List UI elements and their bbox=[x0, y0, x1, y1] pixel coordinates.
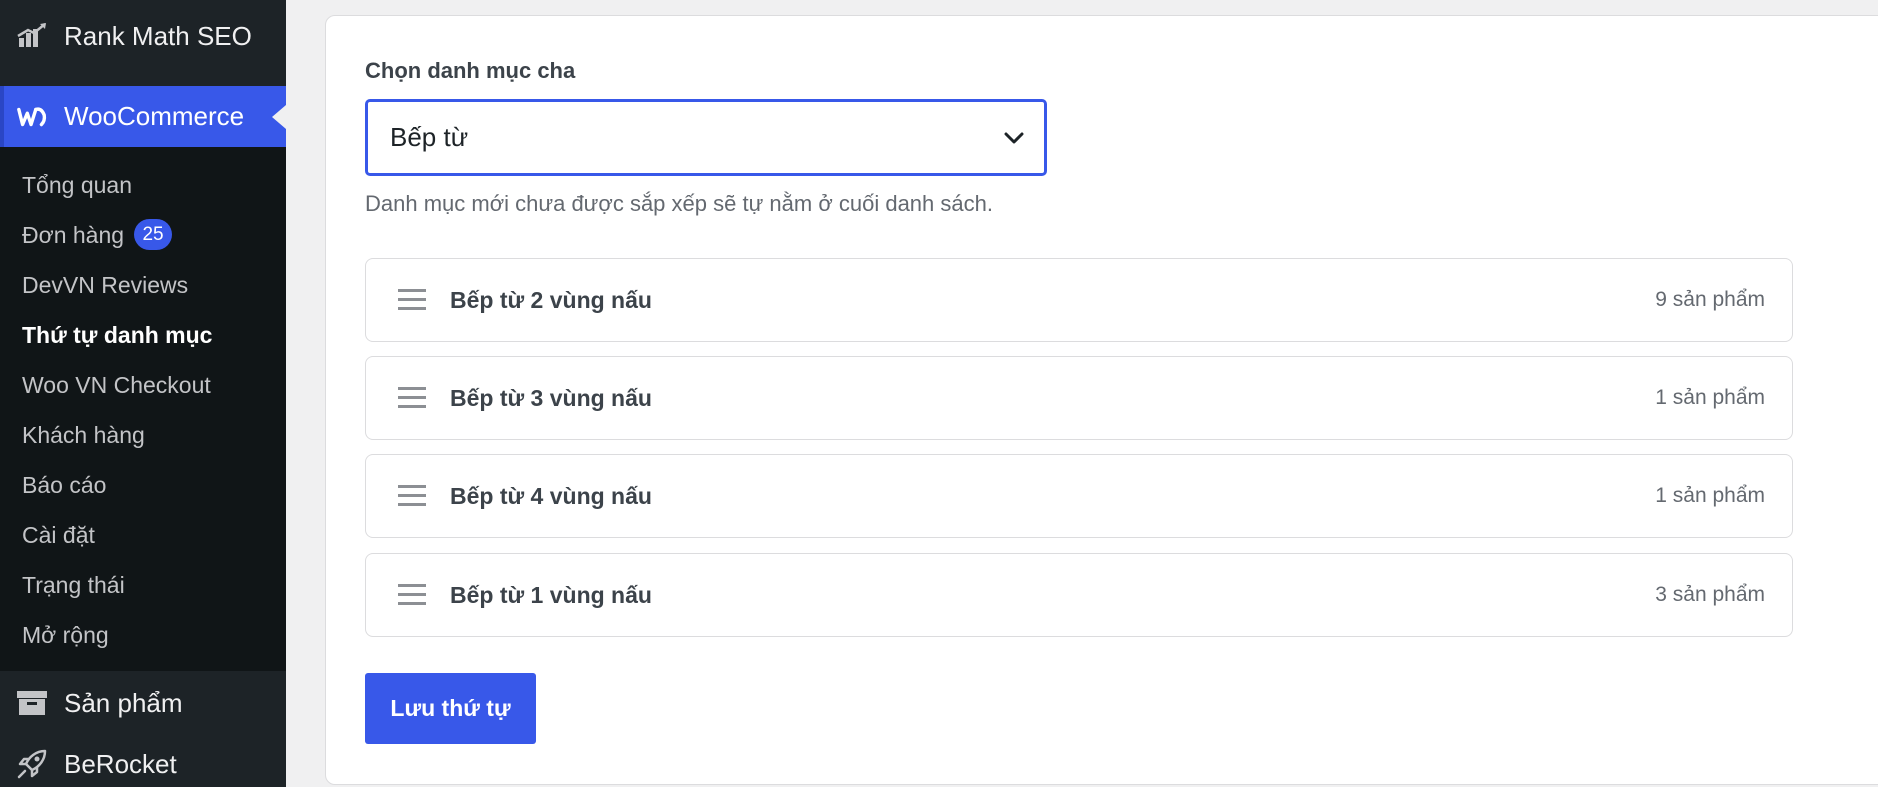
submenu-item-don-hang[interactable]: Đơn hàng 25 bbox=[22, 218, 173, 252]
product-count: 3 sản phẩm bbox=[1655, 583, 1765, 606]
menu-berocket[interactable]: BeRocket bbox=[0, 740, 286, 787]
selected-value: Bếp từ bbox=[390, 122, 469, 152]
archive-box-icon bbox=[16, 687, 48, 719]
menu-woocommerce[interactable]: WooCommerce bbox=[0, 86, 286, 147]
menu-label: Rank Math SEO bbox=[64, 20, 252, 51]
save-order-button[interactable]: Lưu thứ tự bbox=[365, 673, 536, 744]
category-name: Bếp từ 4 vùng nấu bbox=[450, 483, 652, 509]
chevron-down-icon bbox=[1004, 132, 1024, 144]
parent-category-select[interactable]: Bếp từ bbox=[365, 99, 1047, 176]
drag-handle-icon[interactable] bbox=[398, 584, 426, 606]
admin-sidebar: Rank Math SEO WooCommerce Tổng quan Đơn … bbox=[0, 0, 286, 787]
menu-san-pham[interactable]: Sản phẩm bbox=[0, 679, 286, 727]
woocommerce-submenu: Tổng quan Đơn hàng 25 DevVN Reviews Thứ t… bbox=[0, 147, 286, 671]
submenu-item-label: Đơn hàng bbox=[22, 222, 125, 248]
drag-handle-icon[interactable] bbox=[398, 289, 426, 311]
woocommerce-icon bbox=[16, 101, 48, 133]
submenu-item-tong-quan[interactable]: Tổng quan bbox=[22, 168, 132, 202]
submenu-item-bao-cao[interactable]: Báo cáo bbox=[22, 468, 106, 502]
rank-math-icon bbox=[16, 20, 48, 52]
active-indicator bbox=[0, 86, 4, 147]
help-text: Danh mục mới chưa được sắp xếp sẽ tự nằm… bbox=[365, 191, 993, 216]
submenu-item-cai-dat[interactable]: Cài đặt bbox=[22, 518, 95, 552]
drag-handle-icon[interactable] bbox=[398, 485, 426, 507]
category-row[interactable]: Bếp từ 1 vùng nấu 3 sản phẩm bbox=[365, 553, 1793, 637]
submenu-item-thu-tu-danh-muc[interactable]: Thứ tự danh mục bbox=[22, 318, 212, 352]
category-name: Bếp từ 1 vùng nấu bbox=[450, 582, 652, 608]
category-row[interactable]: Bếp từ 3 vùng nấu 1 sản phẩm bbox=[365, 356, 1793, 440]
submenu-item-woo-vn-checkout[interactable]: Woo VN Checkout bbox=[22, 368, 211, 402]
menu-label: BeRocket bbox=[64, 748, 177, 779]
category-row[interactable]: Bếp từ 4 vùng nấu 1 sản phẩm bbox=[365, 454, 1793, 538]
drag-handle-icon[interactable] bbox=[398, 387, 426, 409]
order-count-badge: 25 bbox=[134, 219, 173, 251]
product-count: 9 sản phẩm bbox=[1655, 288, 1765, 311]
submenu-item-khach-hang[interactable]: Khách hàng bbox=[22, 418, 145, 452]
submenu-item-trang-thai[interactable]: Trạng thái bbox=[22, 568, 125, 602]
submenu-item-mo-rong[interactable]: Mở rộng bbox=[22, 618, 109, 652]
category-row[interactable]: Bếp từ 2 vùng nấu 9 sản phẩm bbox=[365, 258, 1793, 342]
product-count: 1 sản phẩm bbox=[1655, 386, 1765, 409]
category-name: Bếp từ 2 vùng nấu bbox=[450, 287, 652, 313]
product-count: 1 sản phẩm bbox=[1655, 484, 1765, 507]
category-name: Bếp từ 3 vùng nấu bbox=[450, 385, 652, 411]
menu-rank-math-seo[interactable]: Rank Math SEO bbox=[0, 12, 286, 60]
menu-label: Sản phẩm bbox=[64, 687, 183, 718]
menu-label: WooCommerce bbox=[64, 101, 245, 131]
submenu-item-devvn-reviews[interactable]: DevVN Reviews bbox=[22, 268, 188, 302]
parent-category-label: Chọn danh mục cha bbox=[365, 58, 576, 83]
rocket-icon bbox=[16, 748, 48, 780]
